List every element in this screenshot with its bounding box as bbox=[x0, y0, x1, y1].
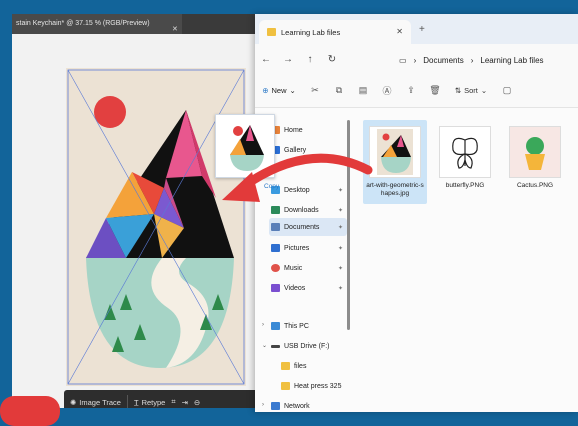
paste-icon[interactable]: ▤ bbox=[351, 85, 375, 96]
up-icon[interactable]: ↑ bbox=[299, 54, 321, 65]
new-label: New bbox=[271, 86, 287, 95]
new-tab-icon[interactable]: + bbox=[419, 24, 425, 35]
pin-icon[interactable]: ✦ bbox=[338, 285, 343, 292]
rename-icon[interactable]: Ⓐ bbox=[375, 84, 399, 97]
file-list: art-with-geometric-shapes.jpg butterfly.… bbox=[355, 108, 578, 412]
document-tab-title: stain Keychain* @ 37.15 % (RGB/Preview) bbox=[16, 20, 150, 27]
view-icon[interactable]: ▢ bbox=[495, 85, 519, 96]
artboard-canvas[interactable]: ✺ Image Trace T̲ Retype ⌗ ⇥ ⊖ bbox=[12, 34, 282, 408]
chevron-right-icon: › bbox=[413, 55, 417, 65]
sidebar-item-label: files bbox=[294, 362, 307, 370]
breadcrumb-documents[interactable]: Documents bbox=[423, 56, 463, 65]
file-thumbnail bbox=[509, 126, 561, 178]
sidebar-item-label: Network bbox=[284, 402, 310, 410]
red-badge bbox=[0, 396, 60, 426]
crop-icon[interactable]: ⌗ bbox=[171, 397, 175, 407]
close-icon[interactable]: ✕ bbox=[172, 20, 178, 34]
document-tab-bar: stain Keychain* @ 37.15 % (RGB/Preview) … bbox=[12, 14, 282, 34]
network-icon bbox=[271, 402, 280, 410]
close-icon[interactable]: ✕ bbox=[396, 27, 403, 36]
sort-label: Sort bbox=[464, 86, 478, 95]
chevron-down-icon[interactable]: ⌄ bbox=[262, 342, 267, 349]
delete-icon[interactable]: 🗑 bbox=[423, 85, 447, 96]
retype-icon: T̲ bbox=[133, 397, 139, 407]
sidebar-item-documents[interactable]: Documents ✦ bbox=[271, 219, 347, 235]
explorer-tab-title: Learning Lab files bbox=[281, 27, 341, 37]
refresh-icon[interactable]: ↻ bbox=[321, 54, 343, 65]
chevron-down-icon: ⌄ bbox=[480, 86, 488, 95]
navigation-bar: ← → ↑ ↻ ▭ › Documents › Learning Lab fil… bbox=[255, 44, 578, 74]
share-icon[interactable]: ⇪ bbox=[399, 85, 423, 96]
sidebar-item-label: USB Drive (F:) bbox=[284, 342, 330, 350]
forward-icon[interactable]: → bbox=[277, 54, 299, 65]
sidebar-item-label: This PC bbox=[284, 322, 309, 330]
videos-icon bbox=[271, 284, 280, 292]
this-pc-icon bbox=[271, 322, 280, 330]
sidebar-item-usb-drive[interactable]: USB Drive (F:) bbox=[271, 338, 347, 354]
red-arrow-icon bbox=[222, 153, 373, 202]
back-icon[interactable]: ← bbox=[255, 54, 277, 65]
cut-icon[interactable]: ✂ bbox=[303, 85, 327, 96]
file-name: Cactus.PNG bbox=[516, 182, 554, 189]
image-trace-button[interactable]: ✺ Image Trace bbox=[70, 398, 121, 407]
cactus-icon bbox=[525, 137, 545, 170]
command-bar: ⊕ New ⌄ ✂ ⧉ ▤ Ⓐ ⇪ 🗑 ⇅ Sort ⌄ ▢ bbox=[255, 74, 578, 108]
sort-button[interactable]: ⇅ Sort ⌄ bbox=[447, 86, 495, 95]
sidebar-item-network[interactable]: Network bbox=[271, 398, 347, 412]
pin-icon[interactable]: ✦ bbox=[338, 265, 343, 272]
folder-icon bbox=[281, 382, 290, 390]
breadcrumb[interactable]: ▭ › Documents › Learning Lab files bbox=[399, 50, 544, 70]
sidebar-item-label: Music bbox=[284, 264, 303, 272]
new-button[interactable]: ⊕ New ⌄ bbox=[255, 86, 303, 95]
sidebar-item-this-pc[interactable]: This PC bbox=[271, 318, 347, 334]
chevron-right-icon: › bbox=[470, 55, 474, 65]
copy-icon[interactable]: ⧉ bbox=[327, 85, 351, 96]
embed-icon[interactable]: ⇥ bbox=[182, 398, 188, 407]
sidebar-item-files[interactable]: files bbox=[281, 358, 347, 374]
folder-icon bbox=[267, 28, 276, 36]
breadcrumb-learning-lab-files[interactable]: Learning Lab files bbox=[480, 56, 543, 65]
sidebar-item-heat-press[interactable]: Heat press 325 bbox=[281, 378, 347, 394]
file-thumbnail bbox=[439, 126, 491, 178]
pin-icon[interactable]: ✦ bbox=[338, 245, 343, 252]
sidebar-item-pictures[interactable]: Pictures ✦ bbox=[271, 240, 347, 256]
sidebar-item-label: Heat press 325 bbox=[294, 382, 342, 390]
image-trace-icon: ✺ bbox=[70, 397, 77, 407]
chevron-right-icon[interactable]: › bbox=[262, 402, 264, 408]
monitor-icon: ▭ bbox=[399, 55, 407, 65]
explorer-title-bar: Learning Lab files ✕ + bbox=[255, 14, 578, 44]
pictures-icon bbox=[271, 244, 280, 252]
link-icon[interactable]: ⊖ bbox=[194, 398, 200, 407]
folder-icon bbox=[281, 362, 290, 370]
sort-icon: ⇅ bbox=[454, 86, 462, 95]
explorer-tab[interactable]: Learning Lab files ✕ bbox=[259, 20, 411, 44]
butterfly-icon bbox=[452, 137, 478, 169]
divider bbox=[126, 395, 128, 408]
art-thumbnail-icon bbox=[377, 129, 413, 175]
sidebar-item-label: Pictures bbox=[284, 244, 310, 252]
sidebar-item-videos[interactable]: Videos ✦ bbox=[271, 280, 347, 296]
plus-circle-icon: ⊕ bbox=[262, 86, 269, 95]
file-name: butterfly.PNG bbox=[445, 182, 485, 189]
sidebar-item-music[interactable]: Music ✦ bbox=[271, 260, 347, 276]
usb-drive-icon bbox=[271, 344, 280, 348]
chevron-down-icon: ⌄ bbox=[289, 86, 296, 95]
music-icon bbox=[271, 264, 280, 272]
pin-icon[interactable]: ✦ bbox=[338, 224, 343, 231]
file-item-butterfly[interactable]: butterfly.PNG bbox=[433, 120, 497, 190]
retype-button[interactable]: T̲ Retype bbox=[134, 398, 165, 407]
contextual-taskbar: ✺ Image Trace T̲ Retype ⌗ ⇥ ⊖ bbox=[64, 390, 282, 408]
image-trace-label: Image Trace bbox=[79, 397, 121, 407]
retype-label: Retype bbox=[141, 397, 166, 407]
sidebar-item-label: Videos bbox=[284, 284, 306, 292]
screenshot-frame: stain Keychain* @ 37.15 % (RGB/Preview) … bbox=[0, 0, 578, 426]
documents-icon bbox=[271, 223, 280, 231]
chevron-right-icon[interactable]: › bbox=[262, 322, 264, 328]
document-tab[interactable]: stain Keychain* @ 37.15 % (RGB/Preview) … bbox=[12, 14, 182, 34]
file-item-cactus[interactable]: Cactus.PNG bbox=[503, 120, 567, 190]
sidebar-item-label: Documents bbox=[284, 223, 320, 231]
